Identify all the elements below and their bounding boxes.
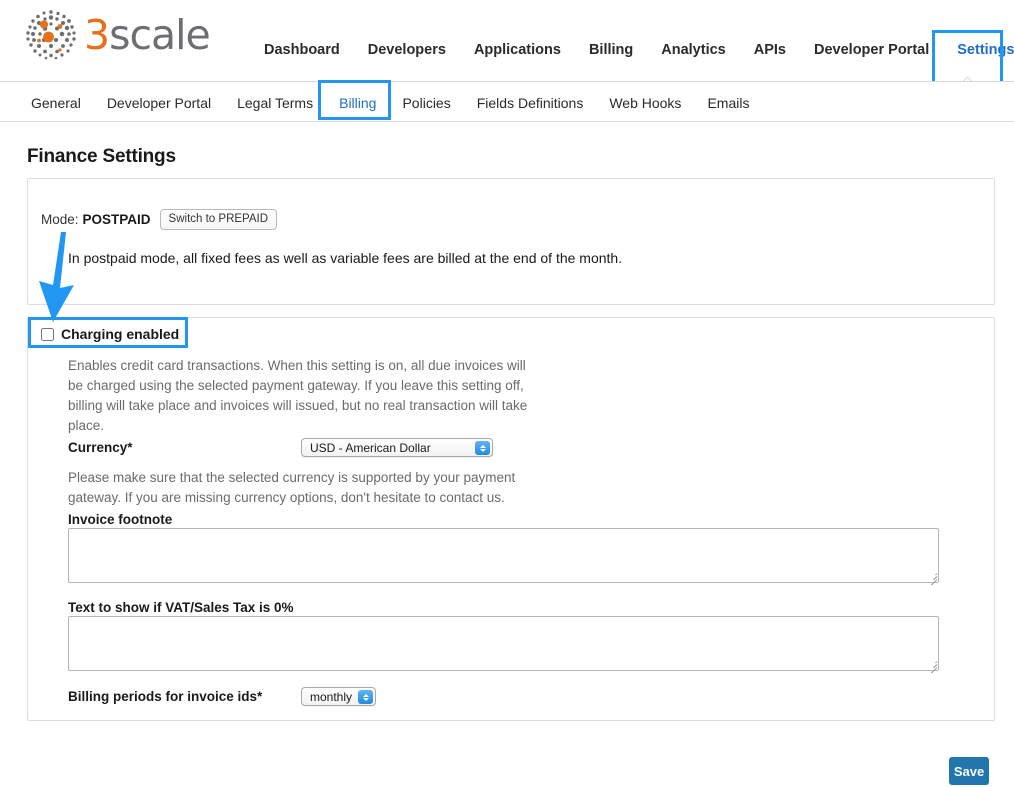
currency-label: Currency* [68,440,133,455]
billing-periods-select[interactable]: monthly [301,687,376,706]
billing-periods-select-value: monthly [310,689,353,704]
subnav-item-policies[interactable]: Policies [389,92,463,114]
nav-item-analytics[interactable]: Analytics [647,40,739,60]
subnav-item-emails[interactable]: Emails [694,92,762,114]
mode-row: Mode: POSTPAID Switch to PREPAID [41,209,278,230]
page-root: 3scale Dashboard Developers Applications… [0,0,1014,787]
main-navigation: Dashboard Developers Applications Billin… [250,40,1014,60]
subnav-item-developer-portal[interactable]: Developer Portal [94,92,224,114]
charging-enabled-row[interactable]: Charging enabled [41,326,179,342]
mode-label: Mode: [41,212,79,227]
billing-periods-label: Billing periods for invoice ids* [68,689,263,704]
charging-enabled-label[interactable]: Charging enabled [61,326,179,342]
nav-item-apis[interactable]: APIs [740,40,800,60]
sub-navigation: General Developer Portal Legal Terms Bil… [0,82,1014,122]
currency-select-value: USD - American Dollar [310,440,431,455]
brand-wordmark-three: 3 [84,10,110,59]
brand-wordmark-rest: scale [109,10,211,59]
subnav-item-general[interactable]: General [18,92,94,114]
invoice-footnote-textarea[interactable] [68,528,939,583]
subnav-item-web-hooks[interactable]: Web Hooks [596,92,694,114]
charging-help-text: Enables credit card transactions. When t… [68,358,528,433]
page-title: Finance Settings [27,146,176,167]
vat-text-textarea[interactable] [68,616,939,671]
currency-select[interactable]: USD - American Dollar [301,438,493,457]
subnav-item-fields-definitions[interactable]: Fields Definitions [464,92,597,114]
vat-text-label: Text to show if VAT/Sales Tax is 0% [68,600,294,615]
3scale-dots-logo-icon [22,7,80,63]
nav-item-billing[interactable]: Billing [575,40,647,60]
brand-logo[interactable]: 3scale [22,7,211,63]
masthead: 3scale Dashboard Developers Applications… [0,0,1014,89]
chevron-updown-icon[interactable] [358,690,373,704]
subnav-item-legal-terms[interactable]: Legal Terms [224,92,326,114]
finance-form-panel: Charging enabled Enables credit card tra… [27,317,995,721]
nav-item-applications[interactable]: Applications [460,40,575,60]
currency-help-text: Please make sure that the selected curre… [68,470,516,505]
nav-item-developer-portal[interactable]: Developer Portal [800,40,943,60]
nav-item-settings[interactable]: Settings [943,40,1014,60]
switch-to-prepaid-button[interactable]: Switch to PREPAID [159,209,278,230]
subnav-item-billing[interactable]: Billing [326,92,389,114]
mode-description: In postpaid mode, all fixed fees as well… [68,250,623,266]
mode-value: POSTPAID [82,212,151,227]
nav-item-developers[interactable]: Developers [354,40,460,60]
invoice-footnote-label: Invoice footnote [68,512,173,527]
brand-wordmark: 3scale [84,14,211,56]
save-button[interactable]: Save [949,757,989,785]
nav-item-dashboard[interactable]: Dashboard [250,40,354,60]
chevron-updown-icon[interactable] [475,441,490,455]
mode-panel: Mode: POSTPAID Switch to PREPAID In post… [27,178,995,305]
charging-enabled-checkbox[interactable] [41,327,54,341]
